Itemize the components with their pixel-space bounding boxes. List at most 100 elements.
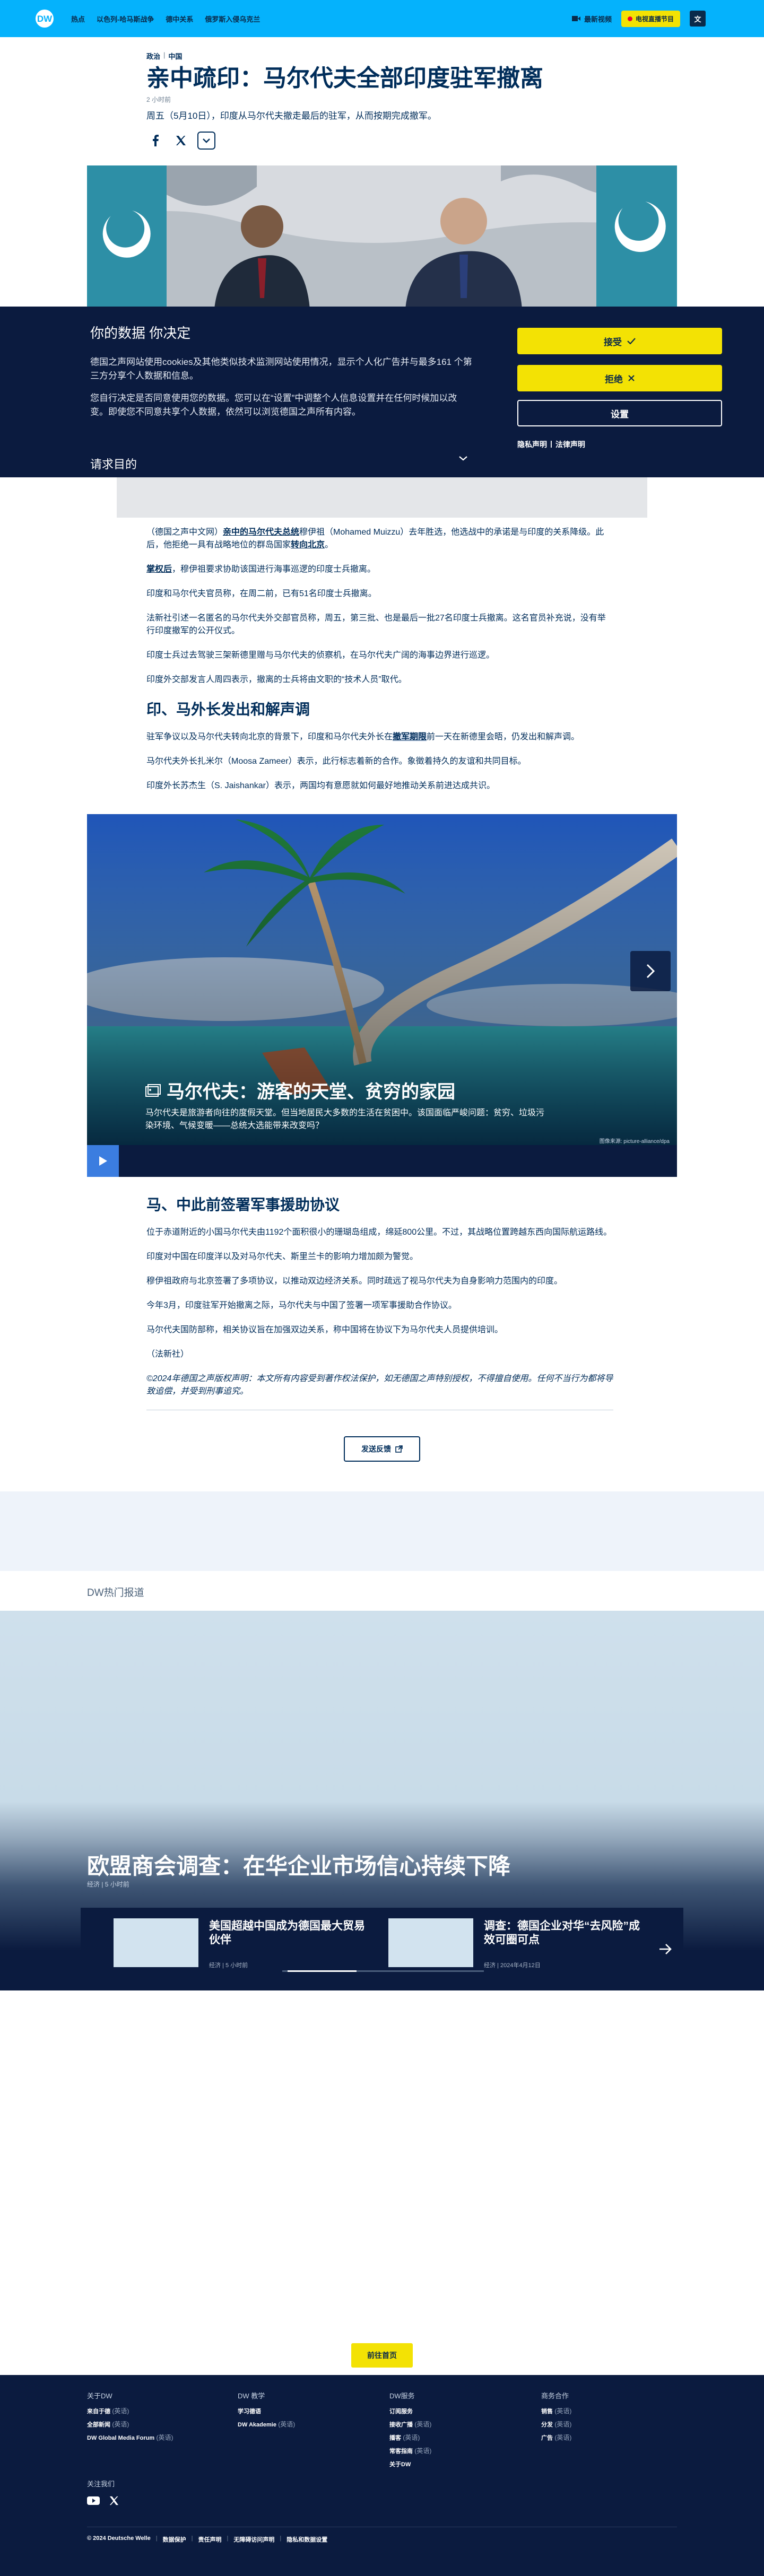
- top-nav: 热点 以色列-哈马斯战争 德中关系 俄罗斯入侵乌克兰: [71, 14, 260, 24]
- legal-links: © 2024 Deutsche Welle | 数据保护 | 责任声明 | 无障…: [87, 2535, 327, 2544]
- consent-text: 德国之声网站使用cookies及其他类似技术监测网站使用情况，显示个人化广告并与…: [90, 355, 472, 419]
- nav-item-germany-china[interactable]: 德中关系: [166, 14, 193, 24]
- feedback-label: 发送反馈: [361, 1445, 391, 1453]
- footer-link-label: 播客: [389, 2435, 401, 2441]
- nav-item-hot[interactable]: 热点: [71, 14, 85, 24]
- accept-label: 接受: [604, 337, 622, 347]
- x-icon[interactable]: [172, 132, 190, 150]
- link-took-power[interactable]: 掌权后: [146, 565, 172, 574]
- gallery-next-button[interactable]: [630, 951, 671, 991]
- footer-link[interactable]: 关于DW: [389, 2458, 431, 2471]
- footer-link-label: 订阅服务: [389, 2408, 413, 2415]
- region-link[interactable]: 中国: [168, 51, 182, 61]
- footer-link[interactable]: 销售 (英语): [541, 2405, 571, 2418]
- body-paragraph: 穆伊祖政府与北京签署了多项协议，以推动双边经济关系。同时疏远了视马尔代夫为自身影…: [146, 1277, 563, 1286]
- body-paragraph: 马尔代夫外长扎米尔（Moosa Zameer）表示，此行标志着新的合作。象徵着持…: [146, 757, 526, 766]
- latest-videos-link[interactable]: 最新视频: [571, 14, 612, 24]
- teaser-thumbnail: [114, 1918, 198, 1967]
- copyright: © 2024 Deutsche Welle: [87, 2535, 151, 2542]
- body-paragraph: （德国之声中文网）亲中的马尔代夫总统穆伊祖（Mohamed Muizzu）去年胜…: [146, 526, 613, 552]
- nav-item-israel-hamas[interactable]: 以色列-哈马斯战争: [97, 14, 154, 24]
- footer-link[interactable]: DW Global Media Forum (英语): [87, 2431, 173, 2444]
- link-deadline[interactable]: 撤军期限: [393, 732, 427, 741]
- footer-link[interactable]: 常客指南 (英语): [389, 2444, 431, 2458]
- legal-link-disclaimer[interactable]: 责任声明: [198, 2535, 222, 2544]
- chevron-down-icon: [459, 456, 467, 461]
- body-paragraph: （法新社）: [146, 1350, 189, 1359]
- legal-link-privacy[interactable]: 数据保护: [163, 2535, 186, 2544]
- footer-link-lang: (英语): [554, 2434, 572, 2441]
- link-beijing[interactable]: 转向北京: [291, 540, 325, 549]
- footer-link[interactable]: 接收广播 (英语): [389, 2418, 431, 2431]
- footer-link-lang: (英语): [403, 2434, 420, 2441]
- share-bar: [146, 132, 613, 150]
- footer-link-lang: (英语): [112, 2407, 129, 2415]
- footer-link-lang: (英语): [156, 2434, 173, 2441]
- footer-link[interactable]: 分发 (英语): [541, 2418, 571, 2431]
- header-actions: 最新视频 电视直播节目 文: [571, 10, 706, 27]
- home-button[interactable]: 前往首页: [351, 2343, 413, 2368]
- legal-link-privacy-settings[interactable]: 隐私和数据设置: [286, 2535, 327, 2544]
- gallery-description: 马尔代夫是旅游者向往的度假天堂。但当地居民大多数的生活在贫困中。该国面临严峻问题…: [145, 1108, 545, 1130]
- body-paragraph: 法新社引述一名匿名的马尔代夫外交部官员称，周五，第三批、也是最后一批27名印度士…: [146, 614, 606, 635]
- footer-link[interactable]: 来自于德 (英语): [87, 2405, 173, 2418]
- legal-link-accessibility[interactable]: 无障碍访问声明: [233, 2535, 274, 2544]
- privacy-link[interactable]: 隐私声明: [517, 439, 547, 450]
- footer-link[interactable]: DW Akademie (英语): [238, 2418, 295, 2431]
- teaser-card[interactable]: 调查：德国企业对华“去风险”成效可圈可点 经济 | 2024年4月12日: [388, 1918, 654, 1971]
- featured-story-meta: 经济 | 5 小时前: [87, 1881, 129, 1888]
- footer-heading: DW 教学: [238, 2392, 265, 2400]
- play-button[interactable]: [87, 1145, 119, 1177]
- follow-us-label: 关注我们: [87, 2480, 115, 2488]
- footer-heading: DW服务: [389, 2392, 415, 2400]
- dw-logo[interactable]: DW: [28, 8, 62, 29]
- footer-column-business: 商务合作 销售 (英语) 分发 (英语) 广告 (英语): [541, 2390, 571, 2444]
- footer-link-label: 全部新闻: [87, 2422, 110, 2428]
- teaser-card[interactable]: 美国超越中国成为德国最大贸易伙伴 经济 | 5 小时前: [114, 1918, 379, 1971]
- link-muizzu[interactable]: 亲中的马尔代夫总统: [223, 528, 299, 537]
- teaser-meta: 经济 | 5 小时前: [209, 1962, 248, 1969]
- carousel-next-button[interactable]: [655, 1938, 676, 1960]
- purposes-toggle[interactable]: 请求目的: [90, 455, 468, 472]
- nav-item-russia-ukraine[interactable]: 俄罗斯入侵乌克兰: [205, 14, 260, 24]
- external-link-icon: [395, 1445, 403, 1453]
- x-icon[interactable]: [109, 2496, 119, 2505]
- check-icon: [627, 338, 636, 344]
- live-tv-button[interactable]: 电视直播节目: [621, 10, 680, 27]
- publish-time: 2 小时前: [146, 96, 171, 103]
- reject-button[interactable]: 拒绝: [517, 365, 722, 391]
- gallery-title: 马尔代夫：游客的天堂、贫穷的家园: [145, 1077, 455, 1103]
- footer-link-lang: (英语): [414, 2421, 432, 2428]
- legal-link[interactable]: 法律声明: [555, 439, 585, 450]
- footer-link[interactable]: 播客 (英语): [389, 2431, 431, 2444]
- footer-link[interactable]: 广告 (英语): [541, 2431, 571, 2444]
- image-gallery[interactable]: 马尔代夫：游客的天堂、贫穷的家园 马尔代夫是旅游者向往的度假天堂。但当地居民大多…: [87, 814, 677, 1177]
- footer-link[interactable]: 全部新闻 (英语): [87, 2418, 173, 2431]
- category-link[interactable]: 政治: [146, 51, 160, 61]
- body-paragraph: 今年3月，印度驻军开始撤离之际，马尔代夫与中国了签署一项军事援助合作协议。: [146, 1301, 457, 1310]
- body-paragraph: 掌权后，穆伊祖要求协助该国进行海事巡逻的印度士兵撤离。: [146, 563, 613, 576]
- footer-link[interactable]: 订阅服务: [389, 2405, 431, 2418]
- footer-link-label: 常客指南: [389, 2448, 413, 2455]
- feedback-button[interactable]: 发送反馈: [344, 1436, 420, 1462]
- copyright-notice: ©2024年德国之声版权声明：本文所有内容受到著作权法保护，如无德国之声特别授权…: [146, 1374, 613, 1396]
- language-button[interactable]: 文: [690, 11, 706, 27]
- featured-story-title: 欧盟商会调查：在华企业市场信心持续下降: [87, 1854, 511, 1879]
- legal-separator: |: [155, 2535, 158, 2542]
- footer-link-label: 销售: [541, 2408, 553, 2415]
- legal-separator: |: [280, 2535, 282, 2542]
- accept-button[interactable]: 接受: [517, 328, 722, 354]
- footer-link-lang: (英语): [554, 2407, 572, 2415]
- settings-button[interactable]: 设置: [517, 400, 722, 426]
- youtube-icon[interactable]: [87, 2496, 100, 2505]
- share-more-button[interactable]: [197, 132, 215, 150]
- article-header: 政治 | 中国 亲中疏印：马尔代夫全部印度驻军撤离 2 小时前 周五（5月10日…: [146, 51, 613, 150]
- paragraph-text: （德国之声中文网）: [146, 528, 223, 537]
- footer-link[interactable]: 学习德语: [238, 2405, 295, 2418]
- ad-band: [0, 1491, 764, 1571]
- image-credit: 图像来源: picture-alliance/dpa: [599, 1139, 670, 1145]
- facebook-icon[interactable]: [146, 132, 164, 150]
- section-heading: 印、马外长发出和解声调: [146, 701, 310, 718]
- body-paragraph: 马尔代夫国防部称，相关协议旨在加强双边关系，称中国将在协议下为马尔代夫人员提供培…: [146, 1325, 503, 1334]
- footer-link-lang: (英语): [414, 2447, 432, 2455]
